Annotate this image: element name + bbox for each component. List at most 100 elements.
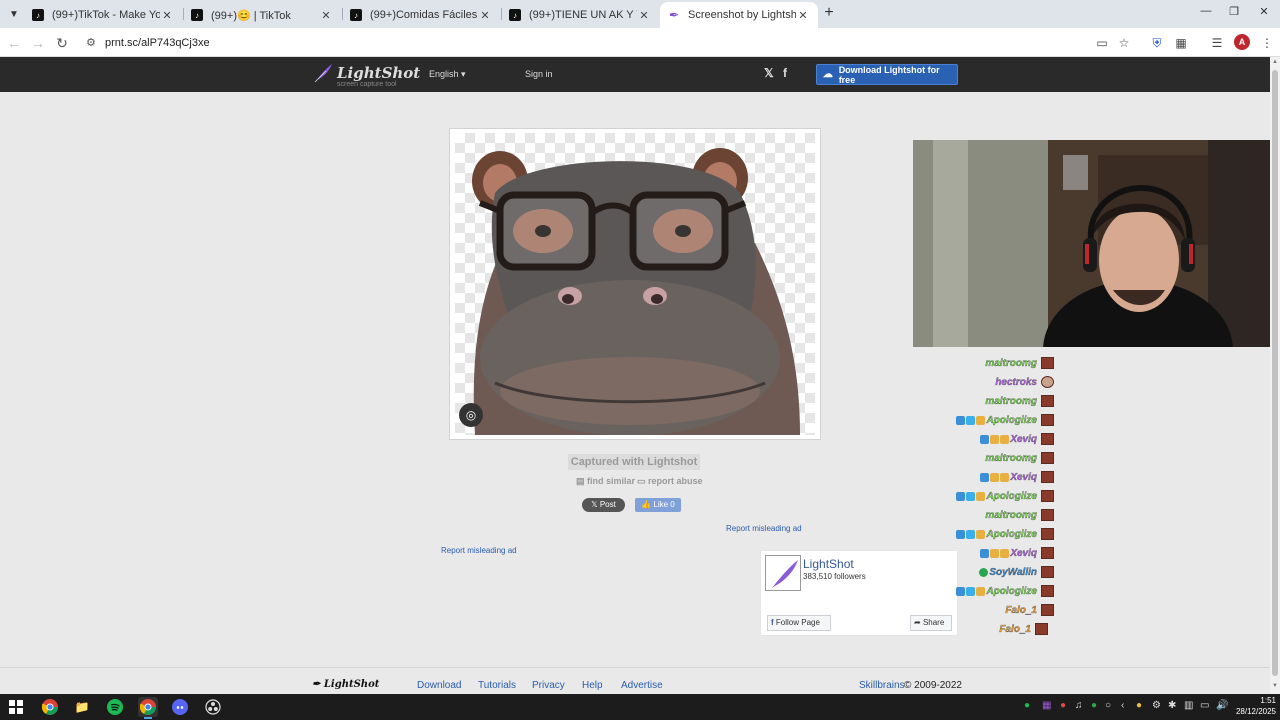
tray-app-icon[interactable]: ▦ xyxy=(1042,700,1051,711)
tray-app2-icon[interactable]: ● xyxy=(1091,700,1097,711)
twitter-icon[interactable]: 𝕏 xyxy=(764,66,774,80)
x-post-button[interactable]: 𝕏 Post xyxy=(582,498,625,512)
chrome-icon[interactable] xyxy=(40,697,60,717)
site-info-icon[interactable]: ⚙ xyxy=(86,36,102,49)
tiktok-icon: ♪ xyxy=(350,9,362,21)
facebook-icon[interactable]: f xyxy=(783,66,787,80)
footer-company-link[interactable]: Skillbrains xyxy=(859,680,905,691)
report-ad-link-left[interactable]: Report misleading ad xyxy=(441,546,517,555)
minimize-icon[interactable]: — xyxy=(1196,5,1216,21)
find-similar-link[interactable]: ▤ find similar xyxy=(576,476,635,487)
footer-link-privacy[interactable]: Privacy xyxy=(532,680,565,691)
tray-spotify-icon[interactable]: ● xyxy=(1024,700,1030,711)
windows-taskbar: 📁 ● ▦ ● ♫ ● ○ ‹ ● ⚙ ✱ ▥ ▭ 🔊 1:51 28/12/2… xyxy=(0,694,1280,720)
tray-monitor-icon[interactable]: ▭ xyxy=(1200,700,1209,711)
chat-badges xyxy=(978,567,989,577)
bookmark-star-icon[interactable]: ☆ xyxy=(1115,34,1133,52)
tray-app3-icon[interactable]: ● xyxy=(1136,700,1142,711)
chat-username: Apologiize xyxy=(986,414,1037,426)
close-window-icon[interactable]: ✕ xyxy=(1254,5,1274,21)
tray-network-icon[interactable]: ▥ xyxy=(1184,700,1193,711)
tab-tiktok-3[interactable]: ♪ (99+)Comidas Fáciles y Rápidas ✕ xyxy=(342,2,500,28)
tab-title: (99+)😊 | TikTok xyxy=(211,9,291,22)
webcam-overlay xyxy=(913,140,1280,347)
chat-username: Falo_1 xyxy=(1005,604,1037,616)
reload-icon[interactable]: ↻ xyxy=(53,34,71,52)
close-icon[interactable]: ✕ xyxy=(319,9,333,22)
back-icon[interactable]: ← xyxy=(5,34,23,52)
windows-start-icon[interactable] xyxy=(6,697,26,717)
lightshot-icon: ✒ xyxy=(668,8,680,22)
tray-gear-icon[interactable]: ✱ xyxy=(1168,700,1176,711)
volume-icon[interactable]: 🔊 xyxy=(1216,700,1228,711)
fb-page-name[interactable]: LightShot xyxy=(803,557,854,571)
captured-label: Captured with Lightshot xyxy=(568,454,700,470)
tab-search-button[interactable]: ▼ xyxy=(4,4,24,24)
footer-link-advertise[interactable]: Advertise xyxy=(621,680,663,691)
chat-avatar xyxy=(1041,395,1054,407)
new-tab-button[interactable]: + xyxy=(820,4,838,22)
close-icon[interactable]: ✕ xyxy=(796,9,810,22)
chat-username: maltroomg xyxy=(985,509,1037,521)
report-ad-link-right[interactable]: Report misleading ad xyxy=(726,524,802,533)
chat-row: hectroks xyxy=(995,375,1054,389)
obs-icon[interactable] xyxy=(203,697,223,717)
taskbar-clock[interactable]: 1:51 28/12/2025 xyxy=(1232,695,1276,717)
file-explorer-icon[interactable]: 📁 xyxy=(72,697,92,717)
footer-link-tutorials[interactable]: Tutorials xyxy=(478,680,516,691)
chat-badges xyxy=(979,434,1010,444)
install-app-icon[interactable]: ▭ xyxy=(1093,34,1111,52)
footer-link-download[interactable]: Download xyxy=(417,680,461,691)
page-scrollbar[interactable]: ▲ ▼ xyxy=(1270,57,1280,694)
lightshot-logo[interactable]: LightShot screen capture tool xyxy=(312,62,420,88)
tiktok-icon: ♪ xyxy=(32,9,44,21)
tab-tiktok-2[interactable]: ♪ (99+)😊 | TikTok ✕ xyxy=(183,2,341,28)
chat-row: Apologiize xyxy=(955,527,1054,541)
screenshot-image[interactable] xyxy=(455,133,815,435)
spotify-icon[interactable] xyxy=(105,697,125,717)
forward-icon[interactable]: → xyxy=(29,34,47,52)
footer-logo[interactable]: ✒ LightShot xyxy=(312,679,379,690)
chat-username: Apologiize xyxy=(986,585,1037,597)
address-bar[interactable]: ⚙ prnt.sc/alP743qCj3xe xyxy=(80,31,1140,54)
tray-music-icon[interactable]: ♫ xyxy=(1075,700,1083,711)
tab-lightshot[interactable]: ✒ Screenshot by Lightshot ✕ xyxy=(660,2,818,28)
tab-tiktok-4[interactable]: ♪ (99+)TIENE UN AK Y VAS A POR ✕ xyxy=(501,2,659,28)
signin-link[interactable]: Sign in xyxy=(525,69,553,79)
language-select[interactable]: English ▾ xyxy=(429,69,466,80)
tab-tiktok-1[interactable]: ♪ (99+)TikTok - Make Your Day ✕ xyxy=(24,2,182,28)
hippo-with-glasses-image xyxy=(472,148,800,435)
extensions-icon[interactable]: ▦ xyxy=(1172,34,1190,52)
report-abuse-link[interactable]: ▭ report abuse xyxy=(637,476,703,487)
tray-chevron-icon[interactable]: ‹ xyxy=(1121,700,1124,711)
lightshot-page-thumbnail[interactable] xyxy=(765,555,801,591)
follow-page-button[interactable]: f Follow Page xyxy=(767,615,831,631)
tray-steam-icon[interactable]: ⚙ xyxy=(1152,700,1161,711)
scroll-up-icon[interactable]: ▲ xyxy=(1272,59,1278,65)
chat-avatar xyxy=(1041,604,1054,616)
profile-avatar[interactable]: A xyxy=(1234,34,1250,50)
chrome-active-icon[interactable] xyxy=(138,697,158,719)
close-icon[interactable]: ✕ xyxy=(637,9,651,22)
menu-kebab-icon[interactable]: ⋮ xyxy=(1258,34,1276,52)
share-button[interactable]: ➦ Share xyxy=(910,615,952,631)
chat-badges xyxy=(955,491,986,501)
close-icon[interactable]: ✕ xyxy=(478,9,492,22)
footer-copyright: © 2009-2022 xyxy=(904,680,962,691)
chat-row: maltroomg xyxy=(985,356,1054,370)
scrollbar-thumb[interactable] xyxy=(1272,70,1278,676)
tray-recording-icon[interactable]: ● xyxy=(1060,700,1066,711)
facebook-like-button[interactable]: 👍 Like 0 xyxy=(635,498,681,512)
footer-link-help[interactable]: Help xyxy=(582,680,603,691)
media-controls-icon[interactable]: ☰ xyxy=(1208,34,1226,52)
chat-avatar xyxy=(1041,414,1054,426)
close-icon[interactable]: ✕ xyxy=(160,9,174,22)
restore-icon[interactable]: ❐ xyxy=(1224,5,1244,21)
shield-extension-icon[interactable]: ⛨ xyxy=(1148,34,1166,52)
chat-avatar xyxy=(1035,623,1048,635)
tray-controller-icon[interactable]: ○ xyxy=(1105,700,1111,711)
download-button[interactable]: ☁ Download Lightshot for free xyxy=(816,64,958,85)
image-search-lens-icon[interactable]: ◎ xyxy=(459,403,483,427)
discord-icon[interactable] xyxy=(170,697,190,717)
scroll-down-icon[interactable]: ▼ xyxy=(1272,683,1278,689)
